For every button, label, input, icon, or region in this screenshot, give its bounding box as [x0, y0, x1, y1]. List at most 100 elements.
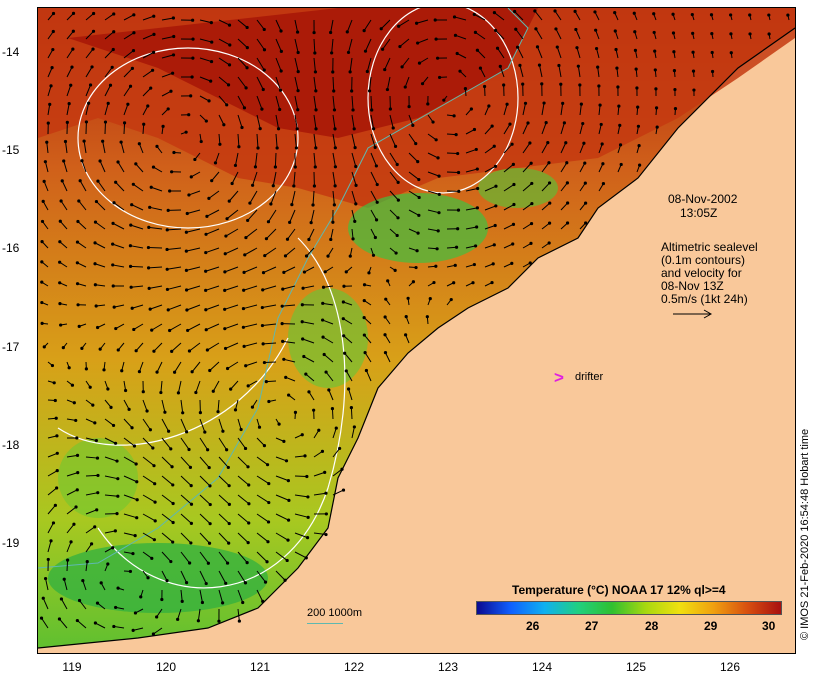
velocity-arrow-head	[172, 34, 176, 39]
velocity-arrow-head	[311, 203, 315, 207]
velocity-arrow-head	[416, 41, 420, 45]
velocity-arrow-head	[262, 360, 267, 365]
velocity-arrow-head	[205, 214, 209, 218]
velocity-arrow-head	[148, 307, 152, 311]
velocity-arrow-head	[151, 446, 155, 450]
velocity-arrow-head	[334, 426, 338, 430]
velocity-arrow-head	[312, 184, 317, 188]
velocity-arrow-head	[206, 561, 210, 565]
velocity-arrow-head	[302, 270, 307, 274]
velocity-arrow-head	[282, 357, 286, 361]
velocity-arrow-head	[223, 307, 227, 311]
sst-map[interactable]	[37, 7, 796, 654]
velocity-arrow-head	[233, 163, 238, 168]
velocity-arrow-head	[205, 348, 209, 352]
velocity-arrow-head	[59, 323, 63, 327]
velocity-arrow-head	[74, 418, 78, 423]
velocity-arrow-head	[341, 317, 345, 321]
velocity-arrow-head	[149, 185, 153, 189]
velocity-arrow-head	[304, 372, 308, 376]
velocity-arrow-head	[601, 181, 606, 186]
velocity-arrow-head	[151, 632, 156, 636]
velocity-arrow-head	[290, 203, 294, 207]
velocity-arrow-head	[511, 162, 515, 166]
velocity-arrow-head	[300, 303, 304, 307]
velocity-arrow-head	[304, 254, 309, 258]
velocity-arrow-head	[135, 480, 139, 484]
velocity-arrow-head	[75, 240, 80, 244]
velocity-arrow-head	[314, 89, 318, 93]
velocity-arrow-head	[265, 560, 269, 564]
velocity-arrow-head	[498, 64, 502, 68]
velocity-arrow-head	[40, 300, 44, 305]
velocity-arrow-head	[529, 241, 533, 245]
velocity-arrow-head	[189, 175, 193, 179]
velocity-arrow-head	[260, 305, 264, 310]
velocity-arrow-head	[367, 89, 372, 93]
velocity-arrow-head	[190, 75, 194, 79]
velocity-arrow-head	[77, 199, 81, 203]
velocity-arrow-head	[251, 183, 255, 187]
velocity-arrow-head	[321, 285, 326, 289]
velocity-arrow-head	[578, 83, 582, 87]
velocity-arrow-head	[88, 385, 92, 389]
drifter-label: drifter	[575, 371, 604, 383]
velocity-arrow-head	[346, 50, 351, 55]
velocity-arrow-head	[245, 561, 249, 565]
velocity-arrow-head	[40, 321, 44, 325]
velocity-arrow-head	[116, 348, 120, 352]
velocity-arrow-head	[428, 297, 432, 301]
velocity-arrow-head	[420, 82, 425, 86]
velocity-arrow-head	[414, 265, 418, 270]
velocity-arrow-head	[344, 369, 348, 373]
velocity-arrow-head	[314, 127, 318, 131]
velocity-arrow-head	[301, 337, 305, 341]
velocity-arrow-head	[492, 243, 496, 247]
velocity-arrow-head	[189, 541, 193, 545]
velocity-arrow-head	[221, 429, 225, 433]
velocity-arrow-head	[198, 411, 202, 415]
velocity-arrow-head	[187, 447, 191, 452]
velocity-arrow-head	[51, 29, 55, 34]
velocity-arrow-head	[416, 231, 420, 235]
velocity-arrow-head	[132, 31, 136, 35]
velocity-arrow-head	[85, 560, 89, 564]
velocity-arrow-head	[415, 21, 419, 25]
velocity-arrow-head	[184, 130, 188, 134]
velocity-arrow-head	[46, 557, 50, 562]
velocity-arrow-head	[273, 165, 277, 169]
velocity-arrow-head	[191, 18, 195, 22]
velocity-arrow-head	[227, 502, 231, 506]
velocity-arrow-head	[303, 454, 307, 458]
velocity-arrow-head	[266, 220, 271, 224]
velocity-arrow-head	[437, 192, 441, 197]
velocity-arrow-head	[433, 18, 437, 22]
velocity-arrow-head	[671, 12, 675, 16]
velocity-arrow-head	[341, 488, 346, 492]
velocity-arrow-head	[449, 297, 453, 302]
velocity-arrow-head	[223, 327, 227, 331]
velocity-arrow-head	[165, 267, 169, 271]
velocity-arrow	[123, 122, 126, 135]
velocity-arrow-head	[171, 520, 175, 525]
velocity-arrow-head	[510, 142, 514, 146]
velocity-arrow-head	[452, 114, 456, 118]
velocity-arrow-head	[493, 223, 497, 228]
velocity-arrow-head	[282, 270, 286, 274]
velocity-arrow-head	[530, 201, 534, 206]
velocity-arrow-head	[287, 498, 291, 502]
velocity-arrow-head	[397, 24, 401, 28]
velocity-arrow-head	[225, 366, 230, 371]
velocity-arrow-head	[188, 561, 192, 565]
velocity-arrow-head	[332, 203, 336, 207]
velocity-arrow-head	[228, 43, 232, 47]
velocity-arrow-head	[77, 324, 81, 328]
velocity-arrow-head	[327, 388, 331, 392]
velocity-arrow-head	[619, 162, 623, 167]
velocity-arrow-head	[49, 84, 53, 88]
velocity-arrow-head	[473, 30, 478, 34]
velocity-arrow-head	[263, 580, 268, 584]
velocity-arrow-head	[155, 615, 159, 619]
velocity-arrow-head	[75, 282, 80, 286]
velocity-arrow-head	[691, 50, 695, 54]
